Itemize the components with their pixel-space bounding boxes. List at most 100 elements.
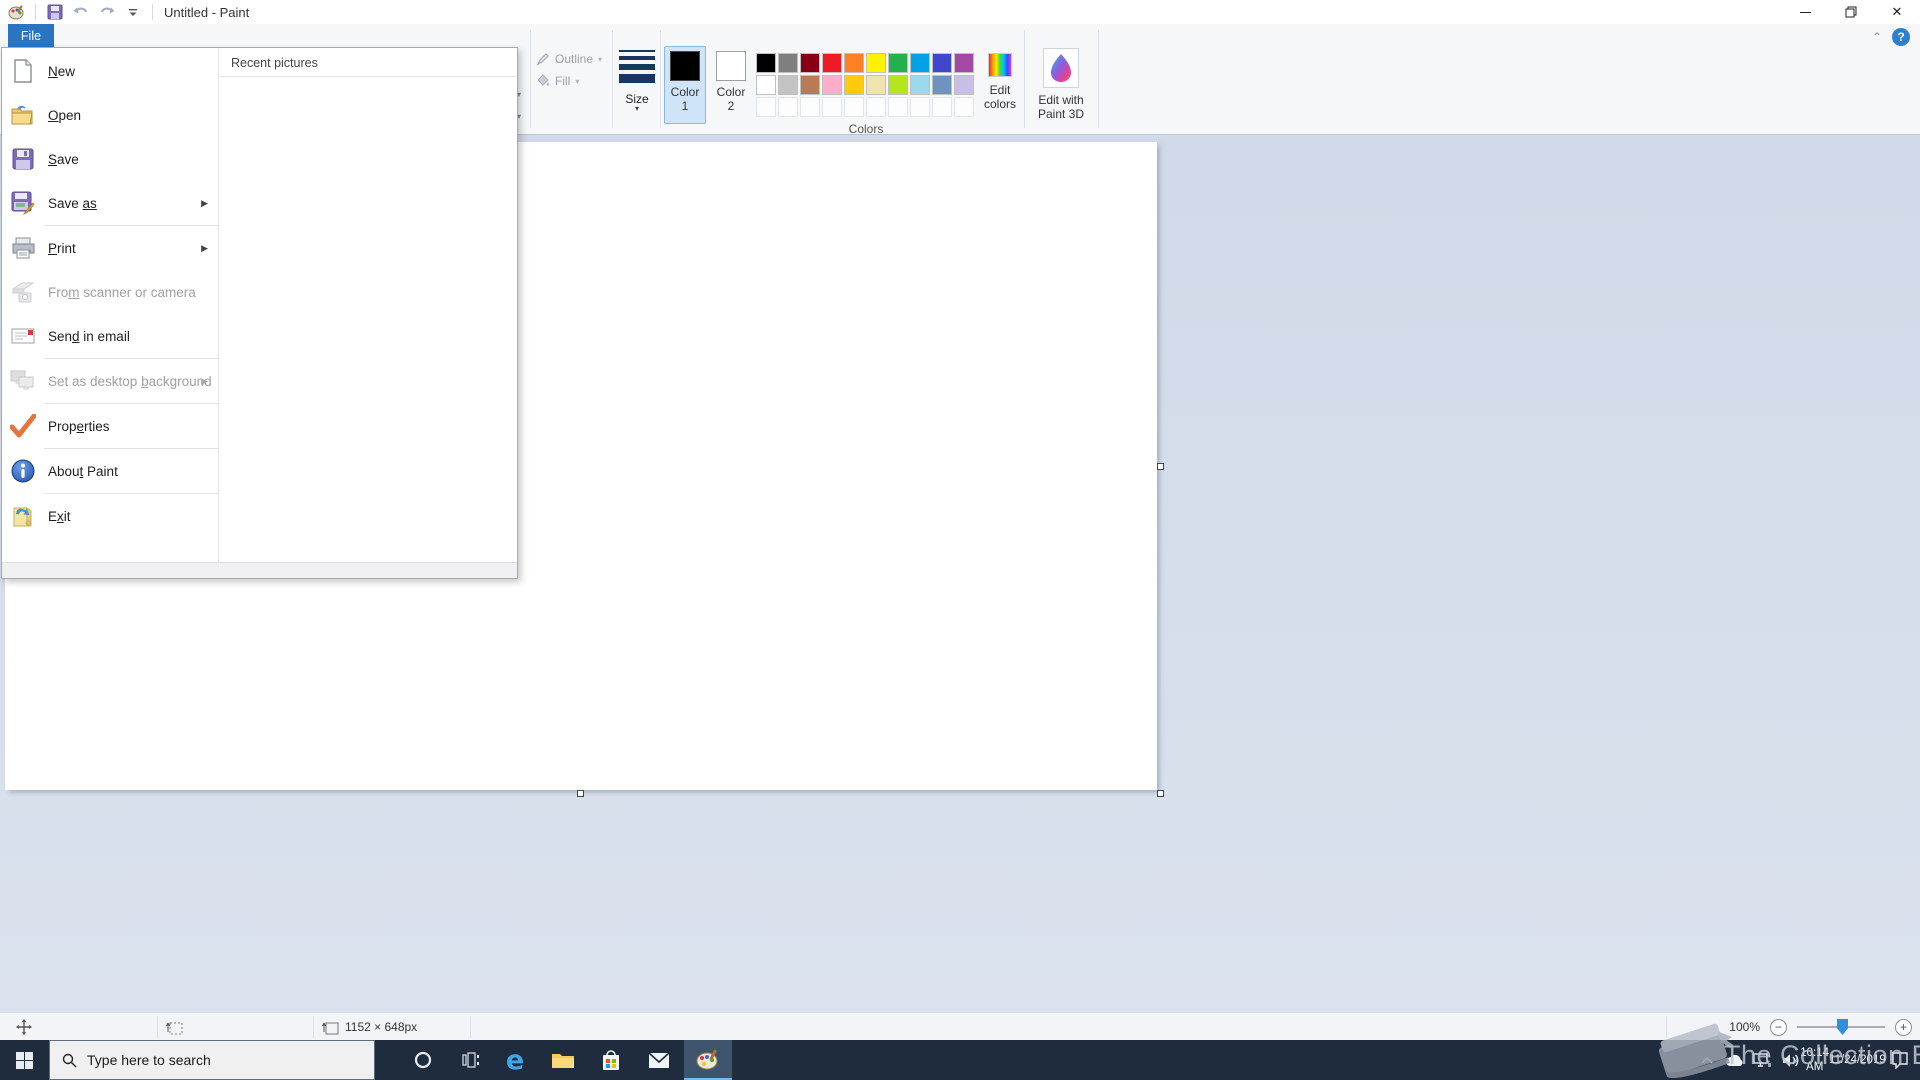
palette-swatch[interactable]: [822, 53, 842, 73]
file-menu-item-properties[interactable]: Properties: [2, 404, 218, 448]
mail-icon: [648, 1051, 670, 1068]
file-menu-item-print[interactable]: Print ▶: [2, 226, 218, 270]
resize-handle-bottom[interactable]: [577, 790, 584, 797]
palette-swatch[interactable]: [822, 75, 842, 95]
cortana-button[interactable]: [399, 1040, 447, 1080]
file-menu-item-new[interactable]: New: [2, 49, 218, 93]
palette-swatch[interactable]: [888, 53, 908, 73]
file-menu-panel: New Open Save Save as ▶ Print ▶ From scanner or…: [1, 47, 518, 579]
file-menu-item-from-scanner-or-camera: From scanner or camera: [2, 270, 218, 314]
title-bar: Untitled - Paint ✕: [0, 0, 1920, 24]
palette-swatch[interactable]: [954, 75, 974, 95]
palette-swatch-empty[interactable]: [778, 97, 798, 117]
toolbar-divider: [152, 4, 153, 20]
submenu-arrow-icon: ▶: [201, 242, 208, 253]
palette-swatch-empty[interactable]: [954, 97, 974, 117]
file-explorer-button[interactable]: [539, 1040, 587, 1080]
resize-handle-corner[interactable]: [1157, 790, 1164, 797]
palette-swatch[interactable]: [888, 75, 908, 95]
palette-swatch-empty[interactable]: [756, 97, 776, 117]
color1-swatch: [670, 51, 700, 81]
onedrive-button[interactable]: [1720, 1040, 1748, 1080]
palette-swatch-empty[interactable]: [866, 97, 886, 117]
palette-swatch[interactable]: [932, 53, 952, 73]
clock-date: 11/24/2019: [1829, 1054, 1886, 1066]
file-menu-item-send-in-email[interactable]: Send in email: [2, 314, 218, 358]
image-size-indicator: 1152 × 648px: [322, 1013, 417, 1041]
palette-swatch[interactable]: [756, 53, 776, 73]
zoom-slider[interactable]: [1797, 1019, 1885, 1035]
close-button[interactable]: ✕: [1874, 0, 1920, 24]
palette-swatch[interactable]: [756, 75, 776, 95]
file-menu-item-save[interactable]: Save: [2, 137, 218, 181]
edit-colors-label-2: colors: [983, 97, 1016, 111]
palette-swatch[interactable]: [910, 53, 930, 73]
save-icon[interactable]: [45, 2, 65, 22]
palette-swatch-empty[interactable]: [888, 97, 908, 117]
system-tray: 10:14 AM 11/24/2019: [1694, 1040, 1920, 1080]
taskbar-clock[interactable]: 10:14 AM 11/24/2019: [1800, 1040, 1885, 1080]
palette-swatch[interactable]: [778, 75, 798, 95]
image-size-text: 1152 × 648px: [345, 1020, 418, 1034]
edge-button[interactable]: e: [491, 1040, 539, 1080]
action-center-icon: [1892, 1051, 1908, 1069]
redo-icon[interactable]: [97, 2, 117, 22]
palette-swatch-empty[interactable]: [932, 97, 952, 117]
palette-swatch[interactable]: [844, 75, 864, 95]
palette-swatch-empty[interactable]: [800, 97, 820, 117]
palette-swatch[interactable]: [778, 53, 798, 73]
customize-toolbar-icon[interactable]: [123, 2, 143, 22]
store-button[interactable]: [587, 1040, 635, 1080]
edit-with-paint3d-button[interactable]: Edit with Paint 3D: [1030, 48, 1092, 121]
image-size-icon: [322, 1022, 339, 1034]
paint3d-icon: [1043, 48, 1079, 88]
file-menu-item-open[interactable]: Open: [2, 93, 218, 137]
submenu-arrow-icon: ▶: [201, 197, 208, 208]
zoom-slider-thumb[interactable]: [1837, 1019, 1848, 1035]
undo-icon[interactable]: [71, 2, 91, 22]
palette-swatch-empty[interactable]: [844, 97, 864, 117]
action-center-button[interactable]: [1880, 1040, 1920, 1080]
palette-swatch[interactable]: [800, 53, 820, 73]
help-button[interactable]: ?: [1892, 28, 1910, 46]
color1-number: 1: [681, 99, 689, 113]
palette-swatch[interactable]: [910, 75, 930, 95]
file-menu-item-save-as[interactable]: Save as ▶: [2, 181, 218, 225]
color2-button[interactable]: Color 2: [710, 46, 752, 124]
taskbar-search[interactable]: Type here to search: [49, 1040, 375, 1080]
restore-button[interactable]: [1828, 0, 1874, 24]
palette-swatch[interactable]: [800, 75, 820, 95]
status-divider: [313, 1016, 314, 1038]
resize-handle-right[interactable]: [1157, 463, 1164, 470]
paint-taskbar-button[interactable]: [684, 1040, 732, 1080]
file-menu-item-about-paint[interactable]: About Paint: [2, 449, 218, 493]
chevron-down-icon: ▾: [598, 54, 603, 64]
zoom-in-button[interactable]: +: [1895, 1018, 1912, 1036]
minimize-button[interactable]: [1782, 0, 1828, 24]
palette-swatch[interactable]: [932, 75, 952, 95]
palette-swatch-empty[interactable]: [822, 97, 842, 117]
paint3d-label-2: Paint 3D: [1037, 107, 1085, 121]
file-menu-item-exit[interactable]: Exit: [2, 494, 218, 538]
palette-swatch[interactable]: [954, 53, 974, 73]
zoom-out-button[interactable]: −: [1770, 1018, 1787, 1036]
scanner-icon: [10, 279, 36, 305]
network-button[interactable]: [1748, 1040, 1776, 1080]
task-view-button[interactable]: [447, 1040, 495, 1080]
palette-swatch[interactable]: [866, 53, 886, 73]
size-button[interactable]: Size ▾: [616, 46, 658, 113]
cursor-position-indicator: [16, 1013, 32, 1041]
start-button[interactable]: [0, 1040, 48, 1080]
color1-button[interactable]: Color 1: [664, 46, 706, 124]
file-tab[interactable]: File: [8, 24, 54, 47]
palette-swatch[interactable]: [866, 75, 886, 95]
edit-colors-button[interactable]: Edit colors: [978, 50, 1022, 111]
paint-icon: [696, 1049, 718, 1070]
mail-button[interactable]: [635, 1040, 683, 1080]
group-divider: [1024, 30, 1025, 128]
collapse-ribbon-icon[interactable]: ⌃: [1872, 31, 1882, 43]
menu-item-label: Save as: [48, 195, 97, 211]
tray-expand-button[interactable]: [1694, 1040, 1720, 1080]
palette-swatch-empty[interactable]: [910, 97, 930, 117]
palette-swatch[interactable]: [844, 53, 864, 73]
